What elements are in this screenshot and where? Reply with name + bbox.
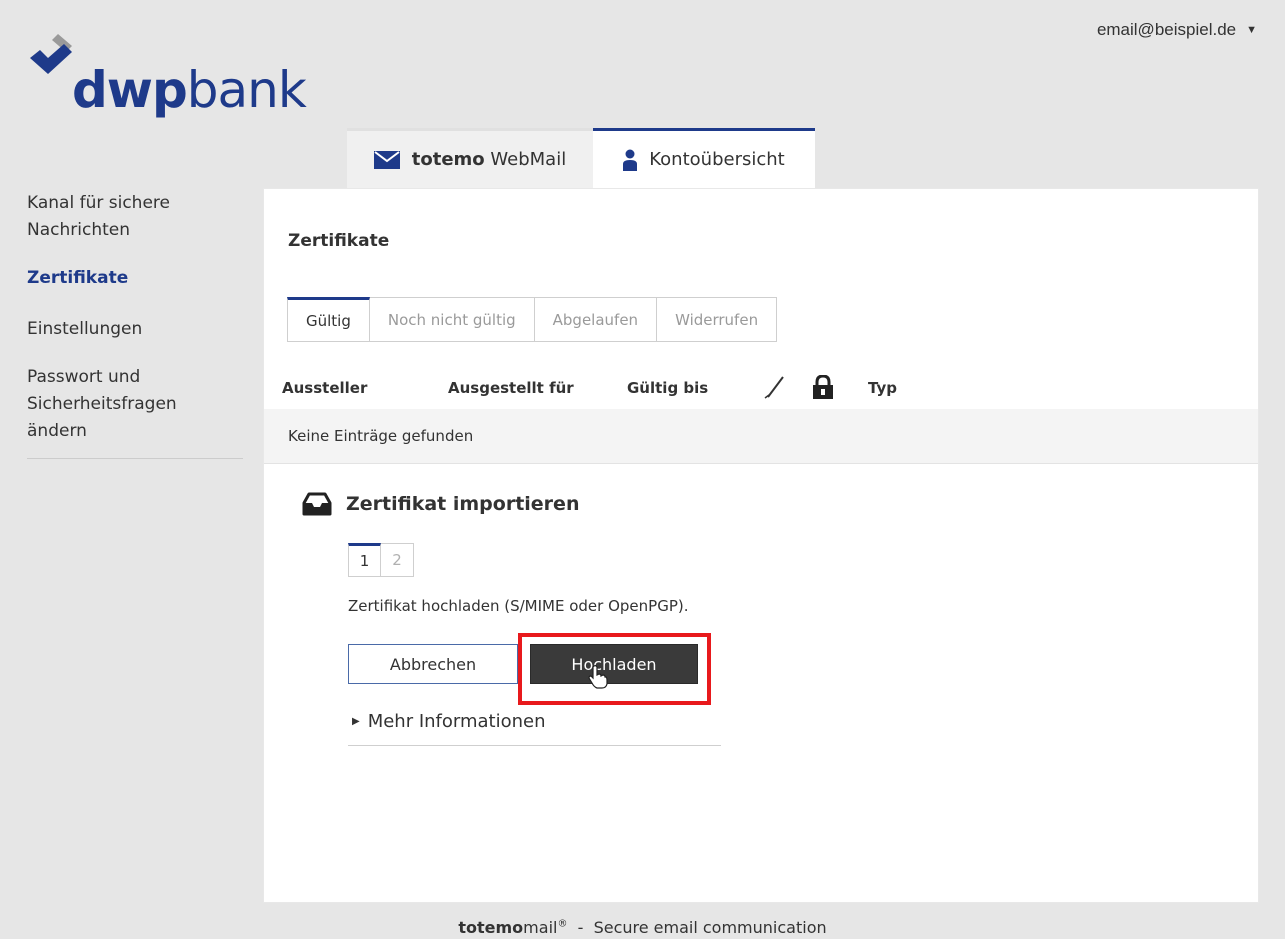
logo-regular-part: bank: [186, 61, 307, 119]
sidebar-item-kanal[interactable]: Kanal für sichere Nachrichten: [27, 190, 243, 244]
sidebar-item-zertifikate[interactable]: Zertifikate: [27, 265, 243, 292]
certificate-filter-tabs: Gültig Noch nicht gültig Abgelaufen Wide…: [287, 297, 778, 342]
cancel-button[interactable]: Abbrechen: [348, 644, 518, 684]
footer: totemomail® - Secure email communication: [0, 918, 1285, 937]
footer-tagline: Secure email communication: [593, 918, 827, 937]
import-stepper: 1 2: [348, 543, 414, 577]
filter-tab-widerrufen[interactable]: Widerrufen: [657, 297, 778, 342]
sidebar-item-label: Zertifikate: [27, 268, 129, 288]
step-1: 1: [348, 543, 381, 577]
more-info-toggle[interactable]: ▶ Mehr Informationen: [352, 711, 546, 732]
dwpbank-logo: dwpbank: [26, 28, 316, 118]
sidebar-item-passwort[interactable]: Passwort und Sicherheitsfragen ändern: [27, 364, 243, 445]
upload-button[interactable]: Hochladen: [530, 644, 698, 684]
caret-down-icon: ▼: [1246, 24, 1257, 36]
sidebar-item-label: Einstellungen: [27, 319, 143, 339]
filter-tab-noch-nicht-gueltig[interactable]: Noch nicht gültig: [369, 297, 535, 342]
logo-bold-part: dwp: [72, 61, 188, 119]
main-tabs: totemo WebMail Kontoübersicht: [347, 128, 815, 188]
user-icon: [623, 149, 638, 171]
inbox-tray-icon: [302, 492, 332, 516]
sidebar-item-label: Kanal für sichere: [27, 193, 170, 213]
sidebar: Kanal für sichere Nachrichten Zertifikat…: [27, 190, 243, 459]
tab-webmail-label: WebMail: [490, 149, 567, 170]
sidebar-item-label: Passwort und: [27, 367, 141, 387]
tab-webmail[interactable]: totemo WebMail: [347, 128, 593, 188]
tab-konto-label: Kontoübersicht: [649, 149, 785, 170]
envelope-icon: [373, 150, 400, 169]
sidebar-item-label: Sicherheitsfragen: [27, 394, 177, 414]
sidebar-item-einstellungen[interactable]: Einstellungen: [27, 316, 243, 343]
account-email: email@beispiel.de: [1096, 20, 1237, 39]
step-2: 2: [381, 543, 414, 577]
logo-wordmark: dwpbank: [72, 61, 307, 119]
footer-registered-mark: ®: [557, 918, 568, 930]
footer-brand-bold: totemo: [458, 918, 524, 937]
caret-right-icon: ▶: [352, 716, 360, 727]
main-panel: Zertifikate Gültig Noch nicht gültig Abg…: [263, 188, 1259, 903]
lock-icon: [812, 374, 834, 403]
import-title: Zertifikat importieren: [346, 493, 580, 515]
signature-pen-icon: [764, 373, 786, 403]
filter-tab-abgelaufen[interactable]: Abgelaufen: [534, 297, 658, 342]
filter-tab-gueltig[interactable]: Gültig: [287, 297, 370, 342]
import-section-header: Zertifikat importieren: [302, 492, 579, 516]
more-info-divider: [348, 745, 721, 746]
column-header-typ[interactable]: Typ: [868, 379, 897, 397]
page-title: Zertifikate: [288, 231, 390, 251]
table-empty-row: Keine Einträge gefunden: [264, 409, 1258, 464]
import-description: Zertifikat hochladen (S/MIME oder OpenPG…: [348, 597, 689, 615]
sidebar-item-label: Nachrichten: [27, 220, 130, 240]
column-header-aussteller[interactable]: Aussteller: [282, 379, 367, 397]
sidebar-divider: [27, 458, 243, 459]
empty-message: Keine Einträge gefunden: [288, 427, 474, 445]
more-info-label: Mehr Informationen: [367, 711, 546, 732]
tab-kontouebersicht[interactable]: Kontoübersicht: [593, 128, 815, 188]
diamond-check-logo-icon: [30, 34, 72, 74]
footer-brand-regular: mail: [523, 918, 558, 937]
tab-webmail-brand: totemo: [411, 149, 485, 170]
account-menu[interactable]: email@beispiel.de ▼: [1097, 20, 1257, 40]
column-header-gueltig-bis[interactable]: Gültig bis: [627, 379, 708, 397]
column-header-ausgestellt-fuer[interactable]: Ausgestellt für: [448, 379, 574, 397]
footer-separator: -: [577, 918, 584, 937]
hand-pointer-cursor-icon: [588, 665, 608, 693]
sidebar-item-label: ändern: [27, 421, 87, 441]
